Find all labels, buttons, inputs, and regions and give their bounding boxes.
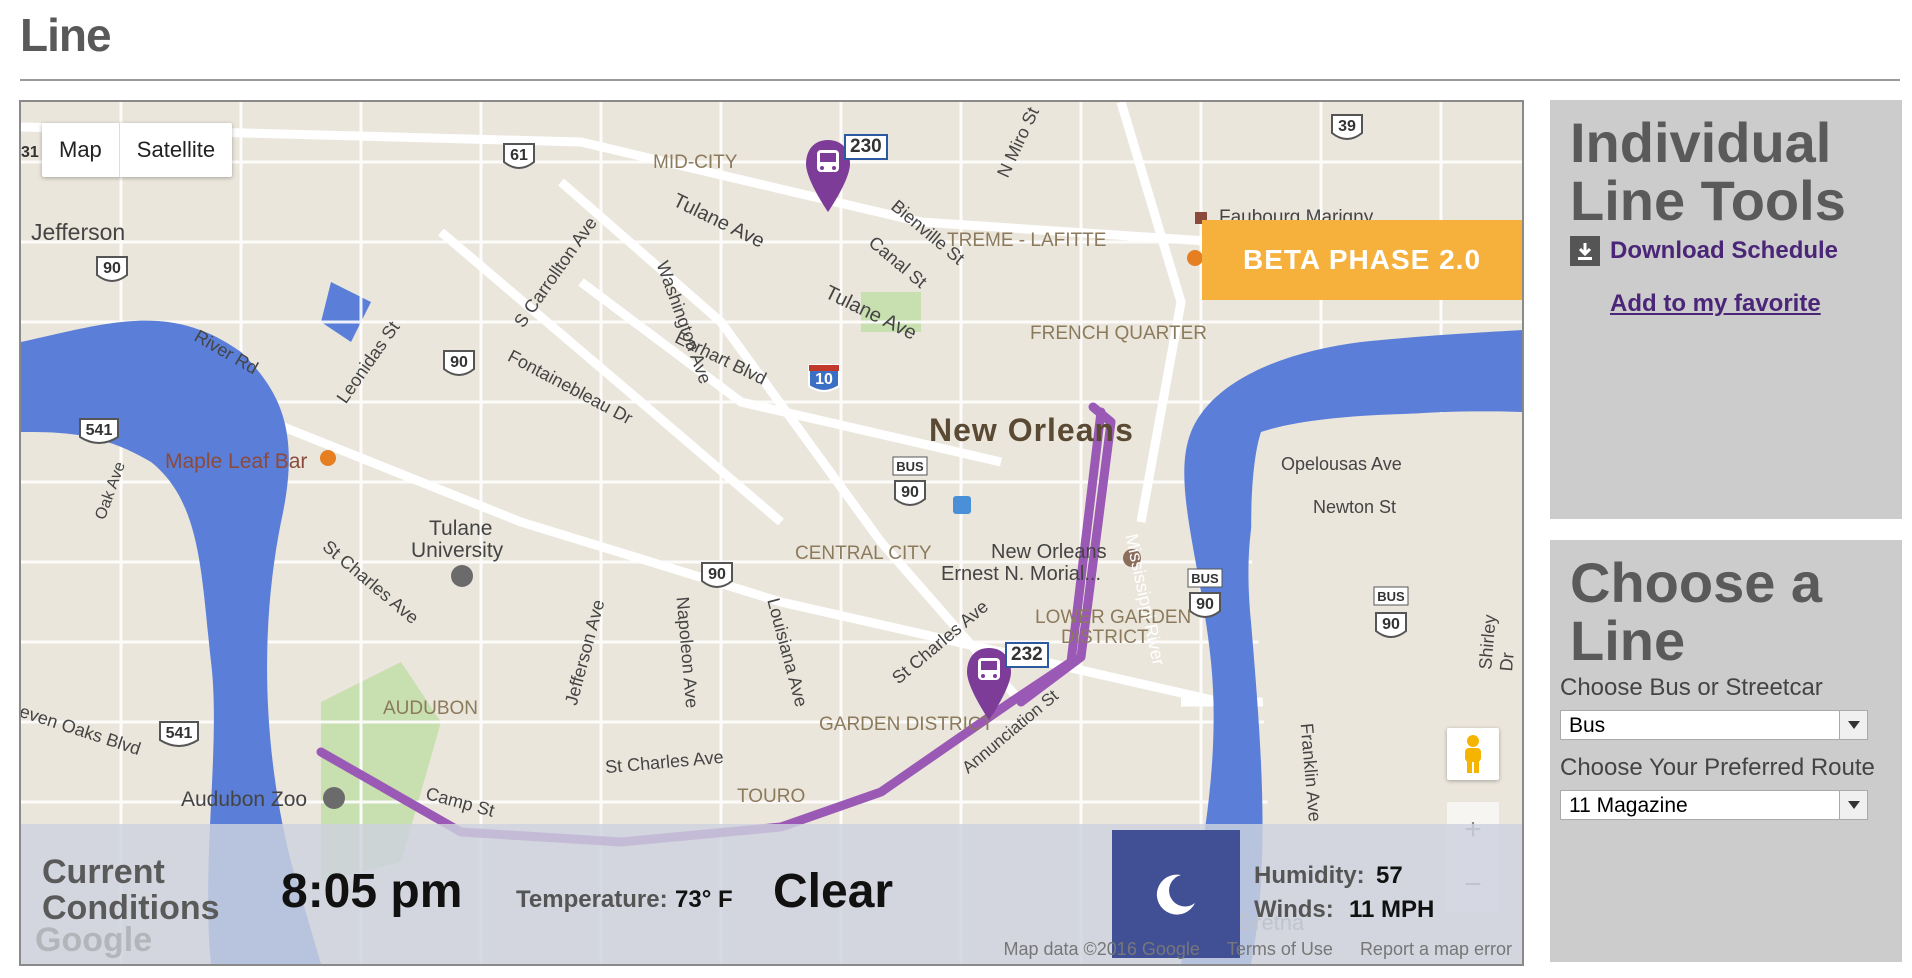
svg-text:90: 90 xyxy=(450,354,468,371)
route-select[interactable]: 11 Magazine xyxy=(1560,790,1868,820)
svg-text:541: 541 xyxy=(166,725,193,742)
svg-text:90: 90 xyxy=(708,566,726,583)
svg-text:10: 10 xyxy=(815,371,833,388)
winds-value: 11 MPH xyxy=(1349,896,1435,923)
vehicle-number: 232 xyxy=(1005,642,1049,668)
download-icon xyxy=(1570,236,1600,266)
svg-text:31: 31 xyxy=(21,144,39,161)
choose-line-heading-line2: Line xyxy=(1570,609,1686,672)
route-select-value: 11 Magazine xyxy=(1569,794,1688,817)
map-type-control: Map Satellite xyxy=(42,123,233,177)
svg-text:90: 90 xyxy=(1382,616,1400,633)
mode-select[interactable]: Bus xyxy=(1560,710,1868,740)
line-tools-heading-line2: Line Tools xyxy=(1570,169,1846,232)
conditions-label: Current Conditions xyxy=(42,854,220,926)
temperature-value: 73° F xyxy=(675,886,733,913)
street-view-button[interactable] xyxy=(1447,728,1499,780)
svg-text:541: 541 xyxy=(86,422,113,439)
weather-description: Clear xyxy=(773,865,894,918)
temperature-label: Temperature: xyxy=(516,886,668,913)
moon-icon xyxy=(1156,874,1195,915)
choose-line-heading: Choose a Line xyxy=(1570,554,1822,670)
route-map[interactable]: 61 90 90 90 90 90 90 541 541 39 10 31 BU… xyxy=(19,100,1524,966)
winds-label: Winds: xyxy=(1254,896,1334,923)
route-label: Choose Your Preferred Route xyxy=(1560,754,1875,781)
vehicle-number: 230 xyxy=(844,134,888,160)
beta-badge: BETA PHASE 2.0 xyxy=(1202,220,1522,300)
mode-select-value: Bus xyxy=(1569,714,1606,737)
svg-text:90: 90 xyxy=(1196,596,1214,613)
page-title: Line xyxy=(20,9,112,61)
google-logo: Google xyxy=(35,921,153,959)
pegman-icon xyxy=(1465,735,1481,773)
map-type-satellite-button[interactable]: Satellite xyxy=(120,123,232,177)
svg-text:90: 90 xyxy=(901,484,919,501)
download-schedule-link[interactable]: Download Schedule xyxy=(1570,236,1838,266)
line-tools-heading-line1: Individual xyxy=(1570,111,1832,174)
chevron-down-icon xyxy=(1839,791,1867,819)
humidity-value: 57 xyxy=(1376,862,1403,889)
svg-text:BUS: BUS xyxy=(1377,589,1405,604)
choose-line-panel: Choose a Line Choose Bus or Streetcar Bu… xyxy=(1550,540,1902,962)
svg-text:BUS: BUS xyxy=(896,459,924,474)
terms-of-use-link[interactable]: Terms of Use xyxy=(1227,939,1333,959)
download-schedule-label: Download Schedule xyxy=(1610,237,1839,264)
vehicle-marker-230[interactable]: 230 xyxy=(806,134,888,217)
shield-61: 61 xyxy=(510,147,528,164)
svg-text:39: 39 xyxy=(1338,118,1356,135)
vehicle-marker-232[interactable]: 232 xyxy=(967,642,1049,725)
conditions-time: 8:05 pm xyxy=(281,865,463,918)
map-data-credit: Map data ©2016 Google xyxy=(1003,939,1200,959)
svg-text:BUS: BUS xyxy=(1191,571,1219,586)
line-tools-panel: Individual Line Tools Download Schedule … xyxy=(1550,100,1902,519)
mode-label: Choose Bus or Streetcar xyxy=(1560,674,1823,701)
humidity-label: Humidity: xyxy=(1254,862,1365,889)
add-favorite-link[interactable]: Add to my favorite xyxy=(1610,290,1821,318)
choose-line-heading-line1: Choose a xyxy=(1570,551,1823,614)
line-tools-heading: Individual Line Tools xyxy=(1570,114,1846,230)
chevron-down-icon xyxy=(1839,711,1867,739)
park-area xyxy=(861,292,921,332)
map-type-map-button[interactable]: Map xyxy=(42,123,120,177)
map-attribution: Map data ©2016 Google Terms of Use Repor… xyxy=(981,939,1512,960)
conditions-label-line1: Current xyxy=(42,853,165,891)
svg-text:90: 90 xyxy=(103,260,121,277)
report-map-error-link[interactable]: Report a map error xyxy=(1360,939,1512,959)
title-divider xyxy=(20,79,1900,81)
